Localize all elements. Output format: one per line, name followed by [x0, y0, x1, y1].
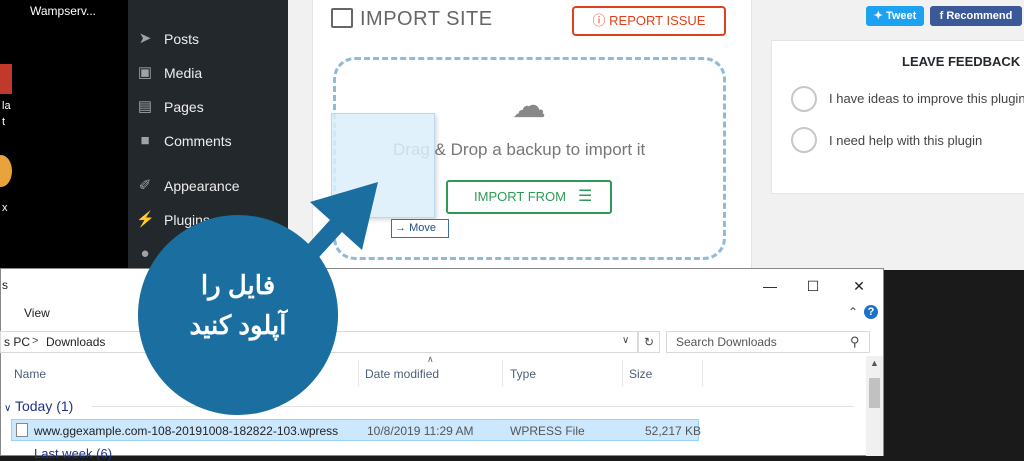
- breadcrumb-downloads[interactable]: Downloads: [46, 335, 105, 349]
- file-name: www.ggexample.com-108-20191008-182822-10…: [34, 424, 339, 438]
- scroll-up-icon[interactable]: ▲: [866, 358, 883, 372]
- callout-line-2: آپلود کنید: [189, 310, 287, 340]
- report-issue-button[interactable]: ⓘ REPORT ISSUE: [572, 6, 726, 36]
- chevron-down-icon[interactable]: ∨: [622, 335, 629, 346]
- chevron-down-icon: ∨: [4, 403, 12, 414]
- pushpin-icon: ➤: [138, 30, 152, 47]
- breadcrumb-pc[interactable]: s PC: [4, 335, 30, 349]
- tweet-button[interactable]: ✦ Tweet: [866, 6, 924, 26]
- column-header-name[interactable]: Name: [14, 367, 46, 381]
- facebook-icon: f: [939, 10, 944, 22]
- column-header-size[interactable]: Size: [629, 367, 652, 381]
- column-header-date[interactable]: Date modified: [365, 367, 439, 381]
- desktop-icon-label: la: [2, 100, 11, 112]
- tweet-label: Tweet: [885, 10, 917, 22]
- plugin-icon: ⚡: [136, 211, 155, 228]
- column-divider[interactable]: [622, 360, 623, 386]
- help-icon[interactable]: ?: [864, 305, 878, 319]
- sidebar-item-pages[interactable]: ▤ Pages: [128, 93, 288, 123]
- column-divider[interactable]: [502, 360, 503, 386]
- group-header-last-week[interactable]: Last week (6): [34, 446, 112, 461]
- media-icon: ▣: [137, 64, 153, 81]
- sidebar-item-label: Appearance: [164, 178, 240, 194]
- users-icon: ●: [140, 245, 150, 262]
- move-tooltip: → Move: [391, 219, 449, 238]
- column-header-type[interactable]: Type: [510, 367, 536, 381]
- callout-text: فایل را آپلود کنید: [138, 265, 338, 345]
- search-icon: ⚲: [850, 334, 860, 349]
- nav-label: s: [2, 278, 8, 292]
- file-date: 10/8/2019 11:29 AM: [367, 424, 474, 438]
- arrow-right-icon: →: [395, 222, 406, 234]
- hamburger-icon: ☰: [578, 188, 593, 205]
- desktop-icon-label: x: [2, 202, 8, 214]
- breadcrumb-separator-icon: >: [32, 335, 39, 347]
- minimize-icon[interactable]: —: [760, 276, 780, 296]
- sidebar-item-comments[interactable]: ■ Comments: [128, 127, 288, 157]
- import-from-label: IMPORT FROM: [474, 189, 566, 204]
- group-label: Today (1): [14, 398, 74, 414]
- import-from-button[interactable]: IMPORT FROM ☰: [446, 180, 612, 214]
- sidebar-item-media[interactable]: ▣ Media: [128, 59, 288, 89]
- sidebar-item-posts[interactable]: ➤ Posts: [128, 25, 288, 55]
- file-size: 52,217 KB: [645, 424, 702, 438]
- twitter-icon: ✦: [873, 10, 883, 22]
- feedback-title: LEAVE FEEDBACK: [902, 54, 1021, 69]
- view-menu[interactable]: View: [24, 306, 50, 320]
- desktop-background: [0, 0, 128, 270]
- report-issue-label: REPORT ISSUE: [609, 13, 706, 28]
- file-type: WPRESS File: [510, 424, 585, 438]
- desktop-app-icon[interactable]: [0, 64, 12, 94]
- feedback-option-label: I have ideas to improve this plugin: [829, 91, 1024, 106]
- maximize-icon[interactable]: ☐: [803, 276, 823, 296]
- move-label: Move: [409, 222, 436, 234]
- desktop-window-title: Wampserv...: [30, 4, 97, 18]
- import-icon: [331, 8, 353, 28]
- pages-icon: ▤: [137, 98, 153, 115]
- refresh-icon[interactable]: ↻: [638, 331, 660, 353]
- search-placeholder: Search Downloads: [676, 335, 777, 349]
- feedback-option-radio[interactable]: [791, 127, 817, 153]
- scroll-thumb[interactable]: [869, 378, 880, 408]
- alert-icon: ⓘ: [592, 13, 606, 28]
- cloud-upload-icon: ☁: [512, 87, 546, 125]
- recommend-label: Recommend: [946, 10, 1013, 22]
- comments-icon: ■: [140, 132, 150, 149]
- file-icon: [16, 423, 28, 437]
- feedback-option-radio[interactable]: [791, 86, 817, 112]
- sidebar-item-label: Posts: [164, 31, 200, 47]
- sidebar-item-label: Pages: [164, 99, 204, 115]
- sidebar-item-appearance[interactable]: ✐ Appearance: [128, 172, 288, 202]
- recommend-button[interactable]: f Recommend: [930, 6, 1022, 26]
- page-title: IMPORT SITE: [360, 8, 493, 30]
- column-divider[interactable]: [358, 360, 359, 386]
- sort-indicator-icon: ∧: [427, 354, 434, 364]
- group-header-today[interactable]: ∨ Today (1): [4, 398, 73, 414]
- feedback-option-label: I need help with this plugin: [829, 133, 983, 148]
- close-icon[interactable]: ✕: [849, 276, 869, 296]
- callout-line-1: فایل را: [200, 270, 276, 300]
- desktop-icon-label: t: [2, 116, 6, 128]
- chevron-up-icon[interactable]: ⌃: [848, 305, 858, 319]
- paintbrush-icon: ✐: [138, 177, 152, 194]
- sidebar-item-label: Comments: [164, 133, 232, 149]
- column-divider[interactable]: [702, 360, 703, 386]
- sidebar-item-label: Media: [164, 65, 203, 81]
